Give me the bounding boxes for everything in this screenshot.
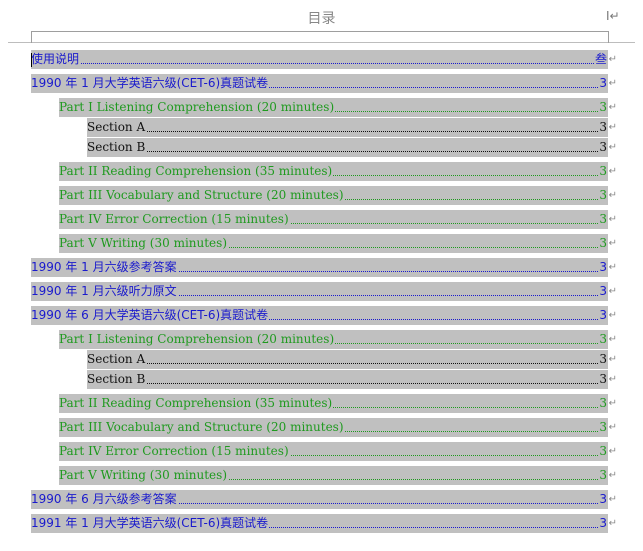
paragraph-mark-icon: ↵ [608,398,617,409]
toc-entry-page-number: 3 [598,306,607,325]
toc-entry-title: 使用说明 [31,50,81,69]
toc-entry-title: Part I Listening Comprehension (20 minut… [59,330,336,349]
toc-entry-title: 1990 年 1 月大学英语六级(CET-6)真题试卷 [31,74,270,93]
toc-entry-page-number: 3 [598,210,607,229]
header-rule [8,42,635,43]
toc-entry[interactable]: Part I Listening Comprehension (20 minut… [59,330,617,349]
toc-entry-title: 1990 年 6 月大学英语六级(CET-6)真题试卷 [31,306,270,325]
toc-entry-title: Part V Writing (30 minutes) [59,466,228,485]
toc-entry-title: Section A [87,118,147,137]
toc-entry[interactable]: Part II Reading Comprehension (35 minute… [59,162,617,181]
paragraph-mark-icon: ↵ [608,190,617,201]
toc-entry-title: Part III Vocabulary and Structure (20 mi… [59,418,345,437]
paragraph-mark-icon: ↵ [608,518,617,529]
toc-entry[interactable]: 1990 年 1 月大学英语六级(CET-6)真题试卷 3 ↵ [31,74,617,93]
toc-entry[interactable]: Section A 3 ↵ [87,350,617,369]
toc-leader-dots [87,118,598,132]
toc-entry-title: Part V Writing (30 minutes) [59,234,228,253]
paragraph-mark-icon: ↵ [608,122,617,133]
toc-entry[interactable]: Part V Writing (30 minutes) 3 ↵ [59,466,617,485]
toc-entry-page-number: 3 [598,74,607,93]
paragraph-mark-icon: ↵ [608,78,617,89]
paragraph-mark-icon: ↵ [608,142,617,153]
toc-entry[interactable]: Part III Vocabulary and Structure (20 mi… [59,186,617,205]
toc-entry-page-number: 3 [598,282,607,301]
paragraph-mark-icon: ↵ [608,238,617,249]
paragraph-mark-icon: ↵ [608,470,617,481]
page-title: 目录 [307,11,336,27]
toc-entry-page-number: 3 [598,466,607,485]
toc-entry[interactable]: Part III Vocabulary and Structure (20 mi… [59,418,617,437]
toc-leader-dots [87,138,598,152]
paragraph-mark-icon: ↵ [608,310,617,321]
toc-leader-dots [31,50,598,64]
paragraph-mark-icon: ↵ [608,166,617,177]
toc-entry[interactable]: Part V Writing (30 minutes) 3 ↵ [59,234,617,253]
toc-entry-title: Section A [87,350,147,369]
toc-entry-page-number: 3 [598,418,607,437]
toc-entry[interactable]: Part IV Error Correction (15 minutes) 3 ↵ [59,442,617,461]
paragraph-mark-icon: ↵ [608,446,617,457]
toc-entry[interactable]: 1990 年 1 月六级听力原文 3 ↵ [31,282,617,301]
toc-entry-page-number: 3 [598,118,607,137]
paragraph-mark-icon: ↵ [608,354,617,365]
toc-entry-page-number: 3 [598,350,607,369]
paragraph-mark-icon: ↵ [608,54,617,65]
toc-entry-title: Part I Listening Comprehension (20 minut… [59,98,336,117]
paragraph-mark-icon: ↵ [608,494,617,505]
page-margin-bracket [31,31,609,32]
paragraph-mark-icon: ↵ [608,286,617,297]
paragraph-mark-icon: ↵ [608,374,617,385]
toc-entry-page-number: 3 [598,514,607,533]
paragraph-mark-icon: ↵ [608,214,617,225]
toc-entry-page-number: 3 [598,442,607,461]
toc-entry-page-number: 3 [598,234,607,253]
toc-entry-title: 1990 年 1 月六级听力原文 [31,282,178,301]
toc-entry-page-number: 3 [598,370,607,389]
toc-entry[interactable]: Section A 3 ↵ [87,118,617,137]
toc-entry[interactable]: Section B 3 ↵ [87,138,617,157]
toc-entry[interactable]: Section B 3 ↵ [87,370,617,389]
page-margin-right-mark [608,31,609,43]
toc-entry-title: Part IV Error Correction (15 minutes) [59,210,290,229]
toc-entry[interactable]: 1990 年 6 月大学英语六级(CET-6)真题试卷 3 ↵ [31,306,617,325]
toc-entry-title: Part III Vocabulary and Structure (20 mi… [59,186,345,205]
toc-entry-page-number: 叁 [593,50,607,69]
toc-entry-page-number: 3 [598,394,607,413]
toc-entry-page-number: 3 [598,258,607,277]
toc-entry[interactable]: Part IV Error Correction (15 minutes) 3 ↵ [59,210,617,229]
toc-entry[interactable]: 1991 年 1 月大学英语六级(CET-6)真题试卷 3 ↵ [31,514,617,533]
paragraph-mark-icon: ↵ [608,262,617,273]
toc-entry-page-number: 3 [598,330,607,349]
toc-entry-page-number: 3 [598,186,607,205]
paragraph-mark-icon: ↵ [608,102,617,113]
toc-entry-title: Section B [87,138,147,157]
text-cursor [31,53,32,67]
toc-entry-page-number: 3 [598,98,607,117]
cursor-indicator-icon: I↵ [606,9,620,23]
toc-entry[interactable]: 使用说明 叁 ↵ [31,50,617,69]
toc-entry-title: 1990 年 6 月六级参考答案 [31,490,178,509]
toc-entry-page-number: 3 [598,490,607,509]
toc-entry[interactable]: Part II Reading Comprehension (35 minute… [59,394,617,413]
toc-entry-title: 1991 年 1 月大学英语六级(CET-6)真题试卷 [31,514,270,533]
toc-leader-dots [87,350,598,364]
page-margin-left-mark [31,31,32,43]
toc-entry[interactable]: 1990 年 6 月六级参考答案 3 ↵ [31,490,617,509]
toc-leader-dots [87,370,598,384]
toc-entry-title: Section B [87,370,147,389]
toc-entry-title: Part II Reading Comprehension (35 minute… [59,162,334,181]
toc-entry-title: 1990 年 1 月六级参考答案 [31,258,178,277]
toc-entry-title: Part II Reading Comprehension (35 minute… [59,394,334,413]
paragraph-mark-icon: ↵ [608,334,617,345]
toc-entry[interactable]: Part I Listening Comprehension (20 minut… [59,98,617,117]
paragraph-mark-icon: ↵ [608,422,617,433]
toc-entry[interactable]: 1990 年 1 月六级参考答案 3 ↵ [31,258,617,277]
toc-entry-page-number: 3 [598,162,607,181]
toc-entry-page-number: 3 [598,138,607,157]
toc-entry-title: Part IV Error Correction (15 minutes) [59,442,290,461]
